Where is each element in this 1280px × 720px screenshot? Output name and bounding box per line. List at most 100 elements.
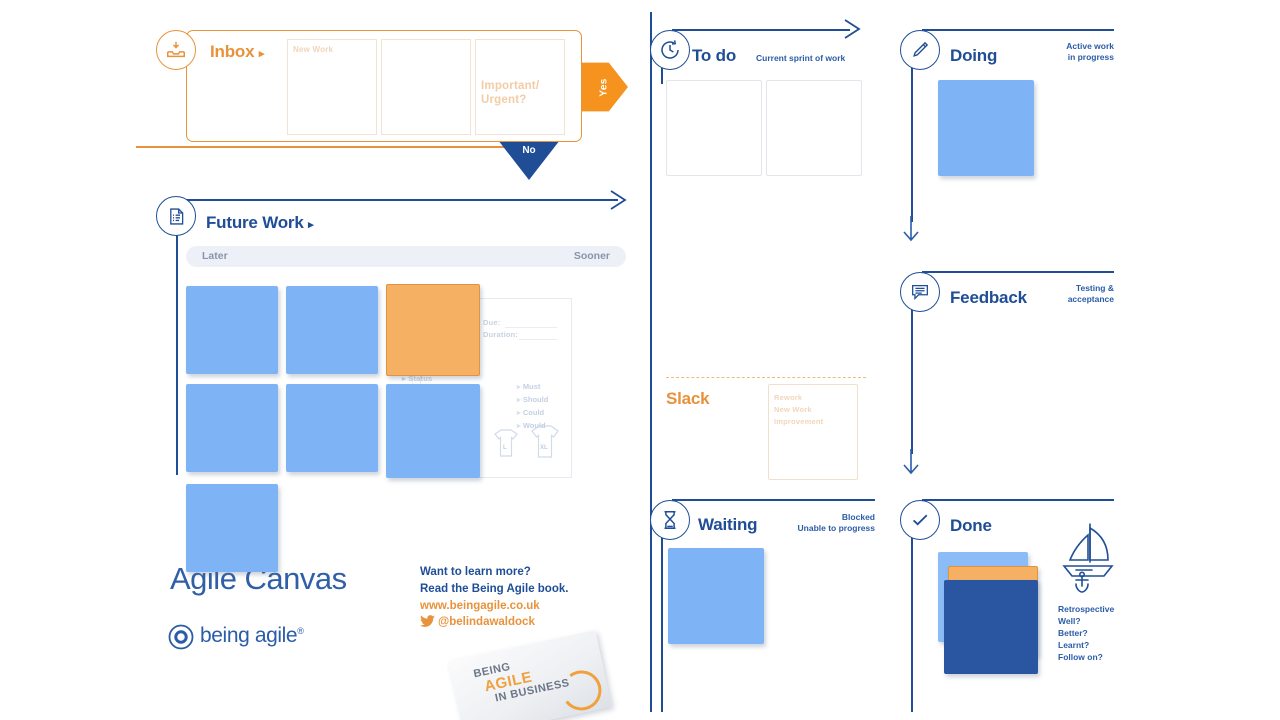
feedback-note-line1: Testing & <box>1075 283 1114 293</box>
future-work-card[interactable] <box>286 384 378 472</box>
promo-url[interactable]: www.beingagile.co.uk <box>420 598 540 614</box>
future-work-card[interactable] <box>386 384 480 478</box>
retrospective-item: Better? <box>1058 628 1088 639</box>
doing-title: Doing <box>950 46 998 65</box>
detail-due-rule <box>505 327 557 328</box>
inbox-yes-arrow: Yes <box>580 62 628 112</box>
future-work-top-rail <box>186 199 618 201</box>
future-work-card[interactable] <box>186 384 278 472</box>
circle-target-icon <box>168 624 194 650</box>
inbox-decision-label: Important/ Urgent? <box>481 79 539 108</box>
sailboat-anchor-icon <box>1062 523 1114 593</box>
feedback-left-rail <box>911 294 913 454</box>
waiting-card[interactable] <box>668 548 764 644</box>
waiting-note-line2: Unable to progress <box>797 522 875 533</box>
book-cover-image: BEING AGILE IN BUSINESS <box>448 630 612 720</box>
priority-item[interactable]: ▸ Would <box>517 420 548 433</box>
todo-card-slot[interactable] <box>766 80 862 176</box>
future-work-arrowhead-icon <box>610 190 627 210</box>
brand-logo-label: being agile <box>200 624 298 647</box>
done-left-rail <box>911 522 913 712</box>
inbox-bottom-rail <box>136 146 532 148</box>
hourglass-icon <box>650 500 690 540</box>
future-work-card-selected[interactable] <box>386 284 480 376</box>
detail-duration-label: Duration: <box>483 330 519 339</box>
slack-title: Slack <box>666 389 710 408</box>
brand-logo-text: being agile® <box>200 624 304 648</box>
done-title: Done <box>950 516 992 535</box>
todo-arrowhead-icon <box>844 19 861 39</box>
future-work-caret-icon[interactable]: ▸ <box>308 219 314 231</box>
future-work-card[interactable] <box>186 484 278 572</box>
promo-twitter-handle[interactable]: @belindawaldock <box>438 614 535 630</box>
retrospective-item: Well? <box>1058 616 1081 627</box>
center-divider <box>650 12 652 712</box>
doing-card[interactable] <box>938 80 1034 176</box>
retrospective-heading: Retrospective <box>1058 604 1115 614</box>
priority-item[interactable]: ▸ Could <box>517 407 548 420</box>
inbox-title: Inbox ▸ <box>210 42 264 62</box>
done-card[interactable] <box>944 580 1038 674</box>
slack-item: New Work <box>774 405 812 414</box>
future-work-left-rail <box>176 220 178 475</box>
future-work-title-label: Future Work <box>206 213 304 232</box>
inbox-slot-2[interactable] <box>381 39 471 135</box>
inbox-new-work-label: New Work <box>293 45 334 54</box>
inbox-no-label: No <box>522 145 536 156</box>
waiting-note-line1: Blocked <box>841 512 875 522</box>
inbox-decision-line2: Urgent? <box>481 94 527 107</box>
future-work-priority-scale: Later Sooner <box>186 246 626 267</box>
inbox-decision-line1: Important/ <box>481 80 540 92</box>
retrospective-item: Follow on? <box>1058 652 1103 663</box>
todo-card-slot[interactable] <box>666 80 762 176</box>
inbox-caret-icon[interactable]: ▸ <box>259 48 265 60</box>
priority-item[interactable]: ▸ Must <box>517 381 548 394</box>
priority-item[interactable]: ▸ Should <box>517 394 548 407</box>
scale-later-label: Later <box>202 250 228 262</box>
future-work-title: Future Work ▸ <box>206 213 314 233</box>
todo-title-label: To do <box>692 46 736 65</box>
check-circle-icon <box>900 500 940 540</box>
pencil-icon <box>900 30 940 70</box>
todo-note: Current sprint of work <box>756 53 846 63</box>
slack-item: Improvement <box>774 417 824 426</box>
todo-top-rail <box>672 29 850 31</box>
inbox-title-label: Inbox <box>210 42 255 61</box>
todo-title: To do <box>692 46 736 66</box>
tshirt-size-xl-label: XL <box>540 445 548 451</box>
speech-bubble-icon <box>900 272 940 312</box>
doing-top-rail <box>922 29 1114 31</box>
brand-logo-sup: ® <box>297 626 304 636</box>
retrospective-block: Retrospective Well? Better? Learnt? Foll… <box>1058 603 1114 663</box>
retrospective-item: Learnt? <box>1058 640 1090 651</box>
agile-canvas-board: Inbox ▸ New Work Important/ Urgent? Yes … <box>0 0 1280 720</box>
slack-item: Rework <box>774 393 803 402</box>
waiting-left-rail <box>661 522 663 712</box>
doing-note-line2: in progress <box>1067 51 1114 62</box>
feedback-note: Testing & acceptance <box>1034 283 1114 304</box>
feedback-to-done-arrow-icon <box>903 449 919 475</box>
slack-divider <box>666 377 866 378</box>
detail-priority-list: ▸ Must ▸ Should ▸ Could ▸ Would <box>517 381 548 433</box>
feedback-note-line2: acceptance <box>1067 293 1114 304</box>
future-work-card[interactable] <box>286 286 378 374</box>
promo-headline: Want to learn more? <box>420 566 531 578</box>
slack-items: Rework New Work Improvement <box>774 392 823 428</box>
done-top-rail <box>922 499 1114 501</box>
detail-due-label: Due: <box>483 318 501 327</box>
inbox-no-arrow: No <box>498 140 560 180</box>
doing-to-feedback-arrow-icon <box>903 216 919 242</box>
checklist-document-icon <box>156 196 196 236</box>
waiting-note: Blocked Unable to progress <box>740 512 875 533</box>
clock-icon <box>650 30 690 70</box>
feedback-title: Feedback <box>950 288 1027 307</box>
inbox-tray-icon <box>156 30 196 70</box>
future-work-card[interactable] <box>186 286 278 374</box>
doing-note-line1: Active work <box>1066 41 1114 51</box>
doing-note: Active work in progress <box>1030 41 1114 62</box>
tshirt-size-l-label: L <box>503 445 507 451</box>
feedback-top-rail <box>922 271 1114 273</box>
scale-sooner-label: Sooner <box>573 250 610 262</box>
inbox-yes-label: Yes <box>598 77 610 97</box>
twitter-bird-icon <box>420 615 435 627</box>
